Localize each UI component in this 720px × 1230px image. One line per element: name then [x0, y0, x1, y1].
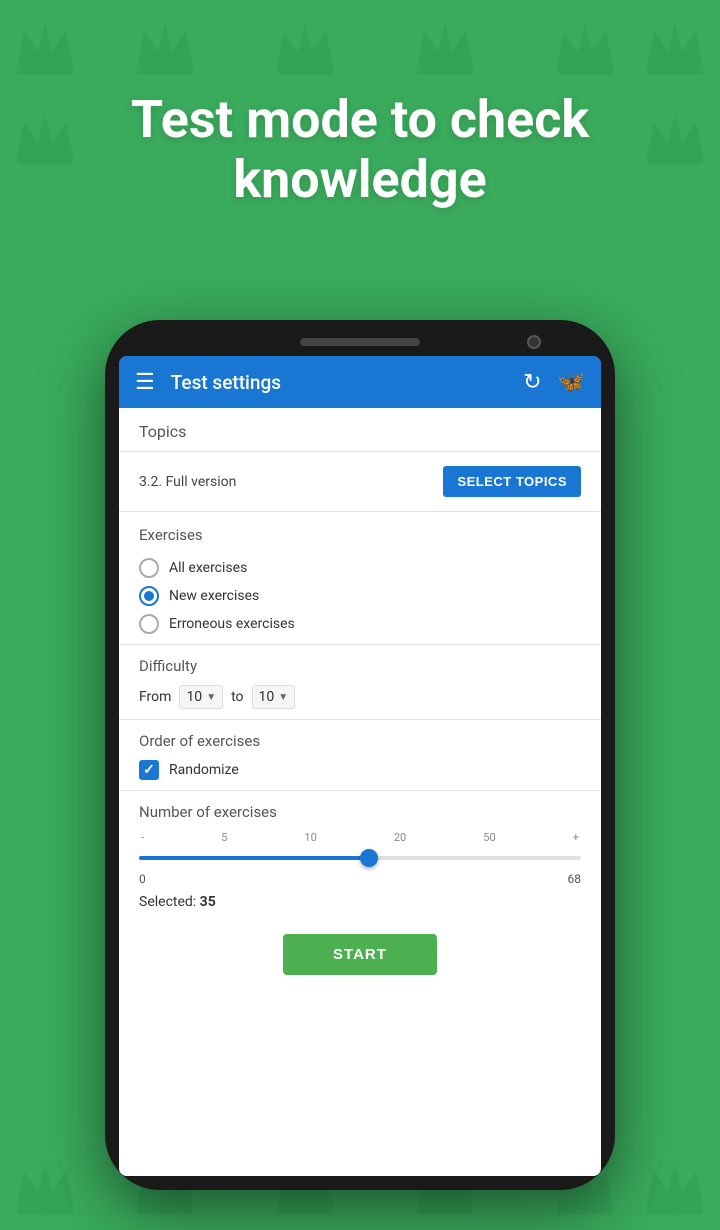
crown-icon — [10, 1150, 80, 1220]
phone-screen: ☰ Test settings ↻ 🦋 Topics 3.2. Full ver… — [119, 356, 601, 1176]
slider-container[interactable] — [139, 848, 581, 868]
crown-icon — [130, 10, 200, 80]
crown-icon — [640, 1150, 710, 1220]
difficulty-to-value: 10 — [259, 689, 275, 705]
radio-all-exercises-label: All exercises — [169, 560, 247, 576]
selected-value: 35 — [200, 894, 216, 910]
order-section: Order of exercises ✓ Randomize — [119, 720, 601, 791]
slider-label-50: 50 — [483, 831, 495, 844]
randomize-label: Randomize — [169, 762, 239, 778]
slider-min-value: 0 — [139, 872, 146, 886]
hero-title: Test mode to check knowledge — [0, 90, 720, 210]
randomize-row[interactable]: ✓ Randomize — [139, 760, 581, 780]
topics-version-text: 3.2. Full version — [139, 474, 236, 490]
radio-new-exercises-circle[interactable] — [139, 586, 159, 606]
phone-camera — [527, 335, 541, 349]
start-section: START — [119, 924, 601, 991]
slider-bounds: 0 68 — [139, 872, 581, 886]
radio-new-exercises-label: New exercises — [169, 588, 259, 604]
phone-top-bar — [119, 338, 601, 346]
selected-text: Selected: — [139, 894, 196, 910]
difficulty-to-label: to — [231, 689, 243, 705]
crown-icon — [410, 10, 480, 80]
crown-icon — [270, 10, 340, 80]
difficulty-row: From 10 ▼ to 10 ▼ — [139, 685, 581, 709]
slider-label-minus: - — [141, 831, 144, 844]
topics-section: Topics — [119, 408, 601, 441]
difficulty-section-title: Difficulty — [139, 657, 581, 675]
content-area: Topics 3.2. Full version SELECT TOPICS E… — [119, 408, 601, 1176]
app-bar-title: Test settings — [171, 371, 507, 394]
difficulty-from-value: 10 — [186, 689, 202, 705]
exercises-section: Exercises All exercises New exercises Er… — [119, 512, 601, 645]
crown-icon — [550, 10, 620, 80]
slider-max-value: 68 — [568, 872, 582, 886]
order-section-title: Order of exercises — [139, 732, 581, 750]
radio-new-exercises-inner — [144, 591, 154, 601]
checkmark-icon: ✓ — [143, 762, 155, 778]
select-topics-button[interactable]: SELECT TOPICS — [443, 466, 581, 497]
difficulty-from-arrow: ▼ — [206, 692, 216, 703]
butterfly-icon[interactable]: 🦋 — [558, 370, 585, 395]
randomize-checkbox[interactable]: ✓ — [139, 760, 159, 780]
difficulty-to-arrow: ▼ — [278, 692, 288, 703]
phone-frame: ☰ Test settings ↻ 🦋 Topics 3.2. Full ver… — [105, 320, 615, 1190]
slider-track — [139, 856, 581, 860]
start-button[interactable]: START — [283, 934, 437, 975]
topics-row: 3.2. Full version SELECT TOPICS — [119, 452, 601, 512]
radio-all-exercises-circle[interactable] — [139, 558, 159, 578]
difficulty-from-select[interactable]: 10 ▼ — [179, 685, 223, 709]
sync-icon[interactable]: ↻ — [523, 370, 541, 395]
radio-new-exercises[interactable]: New exercises — [139, 582, 581, 610]
slider-label-plus: + — [573, 831, 579, 844]
slider-label-5: 5 — [221, 831, 227, 844]
app-bar: ☰ Test settings ↻ 🦋 — [119, 356, 601, 408]
slider-thumb[interactable] — [360, 849, 378, 867]
menu-icon[interactable]: ☰ — [135, 370, 155, 395]
crown-icon — [640, 10, 710, 80]
topics-section-title: Topics — [139, 422, 581, 441]
difficulty-from-label: From — [139, 689, 171, 705]
slider-label-10: 10 — [304, 831, 316, 844]
radio-all-exercises[interactable]: All exercises — [139, 554, 581, 582]
difficulty-section: Difficulty From 10 ▼ to 10 ▼ — [119, 645, 601, 720]
crown-icon — [10, 10, 80, 80]
slider-fill — [139, 856, 369, 860]
radio-erroneous-exercises-label: Erroneous exercises — [169, 616, 295, 632]
slider-labels: - 5 10 20 50 + — [139, 831, 581, 844]
exercises-section-title: Exercises — [139, 526, 581, 544]
number-section-title: Number of exercises — [139, 803, 581, 821]
number-section: Number of exercises - 5 10 20 50 + 0 — [119, 791, 601, 924]
selected-count-label: Selected: 35 — [139, 894, 581, 910]
radio-erroneous-exercises[interactable]: Erroneous exercises — [139, 610, 581, 638]
radio-erroneous-exercises-circle[interactable] — [139, 614, 159, 634]
phone-speaker — [300, 338, 420, 346]
slider-label-20: 20 — [394, 831, 406, 844]
difficulty-to-select[interactable]: 10 ▼ — [252, 685, 296, 709]
